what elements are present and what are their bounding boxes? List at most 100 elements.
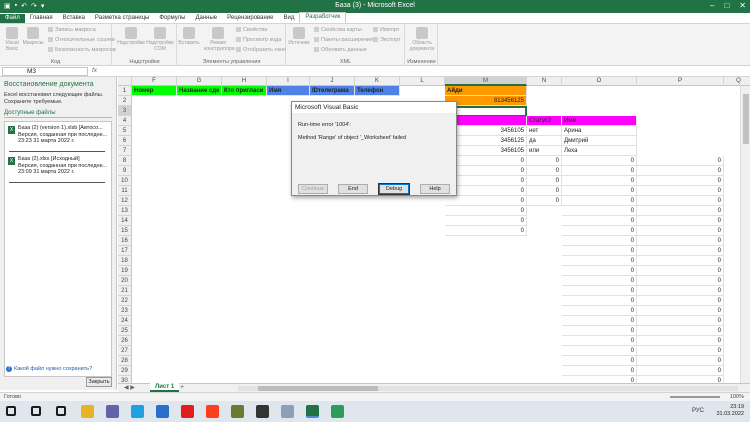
add-sheet-icon[interactable]: +	[180, 384, 184, 391]
tab-developer[interactable]: Разработчик	[299, 12, 347, 23]
addins-button[interactable]: Надстройки	[117, 27, 145, 46]
fx-icon[interactable]: fx	[92, 67, 97, 74]
import-button[interactable]: Импорт	[373, 27, 399, 33]
visual-basic-button[interactable]: Visual Basic	[1, 27, 23, 52]
end-button[interactable]: End	[338, 184, 368, 194]
maximize-icon[interactable]: □	[724, 1, 729, 10]
recovered-file-item[interactable]: X База (2).xlsx [Исходный] Версия, созда…	[7, 156, 111, 176]
horizontal-scrollbar[interactable]	[238, 386, 738, 391]
cell[interactable]: 0	[562, 226, 637, 236]
cell[interactable]: 0	[637, 316, 724, 326]
column-header[interactable]: L	[400, 77, 445, 86]
cell[interactable]: 0	[637, 296, 724, 306]
tab-page-layout[interactable]: Разметка страницы	[90, 14, 154, 23]
row-header[interactable]: 28	[118, 356, 132, 366]
cell[interactable]: 0	[637, 266, 724, 276]
sheet-tab[interactable]: Лист 1	[150, 383, 180, 392]
cell[interactable]: 0	[637, 306, 724, 316]
cell[interactable]: Статус2	[527, 116, 562, 126]
row-header[interactable]: 14	[118, 216, 132, 226]
cell[interactable]: 0	[637, 196, 724, 206]
cell[interactable]: Кто приглаcи	[222, 86, 267, 96]
row-header[interactable]: 24	[118, 316, 132, 326]
xml-source-button[interactable]: Источник	[288, 27, 310, 46]
select-all-corner[interactable]	[118, 77, 132, 86]
cell[interactable]: 0	[562, 176, 637, 186]
run-dialog-button[interactable]: Отобразить окно	[236, 47, 286, 53]
debug-button[interactable]: Debug	[378, 183, 410, 195]
relative-refs-button[interactable]: Относительные ссылки	[48, 37, 115, 43]
taskbar-teams-icon[interactable]	[106, 405, 119, 418]
vertical-scrollbar[interactable]	[740, 86, 750, 383]
cell[interactable]: 0	[562, 276, 637, 286]
cell[interactable]: 0	[562, 156, 637, 166]
row-header[interactable]: 30	[118, 376, 132, 383]
taskbar-yandex-icon[interactable]	[206, 405, 219, 418]
cell[interactable]: 0	[562, 166, 637, 176]
cell[interactable]: 0	[562, 326, 637, 336]
row-header[interactable]: 3	[118, 106, 132, 116]
cell[interactable]: Номер	[132, 86, 177, 96]
taskbar-task-view-icon[interactable]	[56, 406, 66, 416]
cell[interactable]: 0	[562, 306, 637, 316]
row-header[interactable]: 9	[118, 166, 132, 176]
column-header[interactable]: I	[267, 77, 310, 86]
com-addins-button[interactable]: Надстройки COM	[146, 27, 174, 52]
expansion-packs-button[interactable]: Пакеты расширения	[314, 37, 373, 43]
zoom-slider[interactable]	[670, 396, 720, 398]
cell[interactable]: 0	[637, 206, 724, 216]
help-button[interactable]: Help	[420, 184, 450, 194]
tab-file[interactable]: Файл	[0, 14, 25, 23]
cell[interactable]: 0	[562, 266, 637, 276]
cell[interactable]: Дмитрий	[562, 136, 637, 146]
which-file-help-link[interactable]: Какой файл нужно сохранить?	[6, 366, 92, 372]
cell[interactable]: 0	[637, 246, 724, 256]
cell[interactable]: Леха	[562, 146, 637, 156]
cell[interactable]: 0	[637, 156, 724, 166]
row-header[interactable]: 1	[118, 86, 132, 96]
cell[interactable]: 0	[637, 286, 724, 296]
row-header[interactable]: 12	[118, 196, 132, 206]
taskbar-store-icon[interactable]	[156, 405, 169, 418]
cell[interactable]: 0	[527, 166, 562, 176]
cell[interactable]: 0	[562, 346, 637, 356]
taskbar-yandex-browser-icon[interactable]	[181, 405, 194, 418]
row-header[interactable]: 8	[118, 156, 132, 166]
row-header[interactable]: 11	[118, 186, 132, 196]
row-header[interactable]: 29	[118, 366, 132, 376]
row-header[interactable]: 19	[118, 266, 132, 276]
column-header[interactable]: N	[527, 77, 562, 86]
map-properties-button[interactable]: Свойства карты	[314, 27, 362, 33]
cell[interactable]: 3456105	[445, 126, 527, 136]
column-header[interactable]: F	[132, 77, 177, 86]
cell[interactable]: нет	[527, 126, 562, 136]
design-mode-button[interactable]: Режим конструктора	[204, 27, 235, 52]
cell[interactable]: 0	[562, 336, 637, 346]
column-header[interactable]: H	[222, 77, 267, 86]
cell[interactable]: 0	[562, 366, 637, 376]
column-header[interactable]: J	[310, 77, 355, 86]
cell[interactable]: 813456125	[445, 96, 527, 106]
row-header[interactable]: 10	[118, 176, 132, 186]
taskbar-app-4-icon[interactable]	[331, 405, 344, 418]
cell[interactable]: Арина	[562, 126, 637, 136]
cell[interactable]: 0	[637, 256, 724, 266]
cell[interactable]: 0	[445, 176, 527, 186]
cell[interactable]: или	[527, 146, 562, 156]
taskbar-excel-icon[interactable]	[306, 405, 319, 418]
row-header[interactable]: 25	[118, 326, 132, 336]
tab-view[interactable]: Вид	[279, 14, 300, 23]
row-header[interactable]: 4	[118, 116, 132, 126]
cell[interactable]: 0	[562, 376, 637, 383]
row-header[interactable]: 27	[118, 346, 132, 356]
column-header[interactable]: G	[177, 77, 222, 86]
cell[interactable]: д	[445, 116, 527, 126]
minimize-icon[interactable]: –	[710, 1, 714, 10]
cell[interactable]: 0	[637, 226, 724, 236]
row-header[interactable]: 5	[118, 126, 132, 136]
macros-button[interactable]: Макросы	[22, 27, 44, 46]
row-header[interactable]: 7	[118, 146, 132, 156]
cell[interactable]: Телефон	[355, 86, 400, 96]
cell[interactable]: 0	[637, 186, 724, 196]
cell[interactable]: IDтелеграма	[310, 86, 355, 96]
